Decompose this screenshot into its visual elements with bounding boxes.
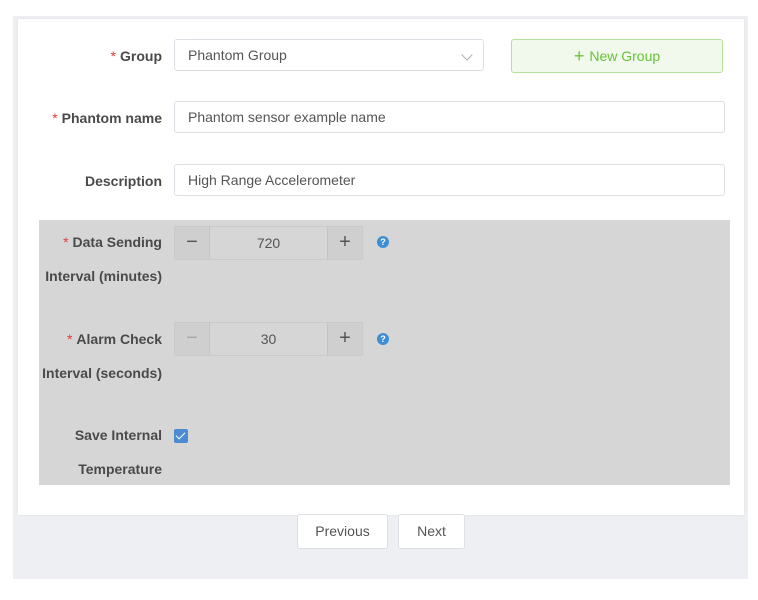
save-internal-temperature-checkbox[interactable] xyxy=(174,429,188,443)
data-sending-interval-label: * Data Sending xyxy=(63,225,162,259)
group-label: * Group xyxy=(111,48,162,64)
phantom-name-input[interactable]: Phantom sensor example name xyxy=(174,101,725,133)
required-mark: * xyxy=(66,331,73,347)
alarm-check-label-line1: Alarm Check xyxy=(76,331,162,347)
data-sending-interval-label-line2: Interval (minutes) xyxy=(45,268,162,284)
page-background: * Group Phantom Group + New Group * Phantom… xyxy=(13,16,748,579)
required-mark: * xyxy=(52,110,58,126)
group-label-text: Group xyxy=(120,48,162,64)
data-sending-interval-value[interactable]: 720 xyxy=(210,227,327,259)
data-sending-interval-stepper[interactable]: − 720 + xyxy=(174,226,363,260)
required-mark: * xyxy=(110,48,116,64)
group-select[interactable]: Phantom Group xyxy=(174,39,484,71)
next-button[interactable]: Next xyxy=(398,514,465,549)
form-card: * Group Phantom Group + New Group * Phantom… xyxy=(18,19,744,515)
save-internal-temperature-label-line2: Temperature xyxy=(78,461,162,477)
alarm-check-interval-label-line2: Interval (seconds) xyxy=(42,365,162,381)
alarm-check-interval-value[interactable]: 30 xyxy=(210,323,327,355)
phantom-name-value: Phantom sensor example name xyxy=(188,109,386,125)
description-input[interactable]: High Range Accelerometer xyxy=(174,164,725,196)
help-icon[interactable]: ? xyxy=(377,333,389,345)
phantom-name-label: * Phantom name xyxy=(52,110,162,126)
help-icon[interactable]: ? xyxy=(377,236,389,248)
save-internal-temperature-label: Save Internal xyxy=(74,427,162,443)
new-group-button-label: New Group xyxy=(589,48,661,64)
phantom-name-label-text: Phantom name xyxy=(61,110,162,126)
alarm-check-interval-stepper[interactable]: − 30 + xyxy=(174,322,363,356)
decrement-button[interactable]: − xyxy=(175,227,210,259)
previous-button[interactable]: Previous xyxy=(297,514,388,549)
alarm-check-interval-label: * Alarm Check xyxy=(67,322,162,356)
description-value: High Range Accelerometer xyxy=(188,172,356,188)
description-label-text: Description xyxy=(84,173,162,189)
decrement-button[interactable]: − xyxy=(175,323,210,355)
increment-button[interactable]: + xyxy=(327,323,362,355)
plus-icon: + xyxy=(573,46,585,66)
chevron-down-icon xyxy=(461,49,473,61)
description-label: Description xyxy=(85,173,162,189)
advanced-settings-section: * Data Sending Interval (minutes) − 720 +… xyxy=(39,220,730,485)
increment-button[interactable]: + xyxy=(327,227,362,259)
data-sending-label-line1: Data Sending xyxy=(72,234,162,250)
new-group-button[interactable]: + New Group xyxy=(511,39,723,73)
group-select-value: Phantom Group xyxy=(188,47,287,63)
required-mark: * xyxy=(63,234,69,250)
